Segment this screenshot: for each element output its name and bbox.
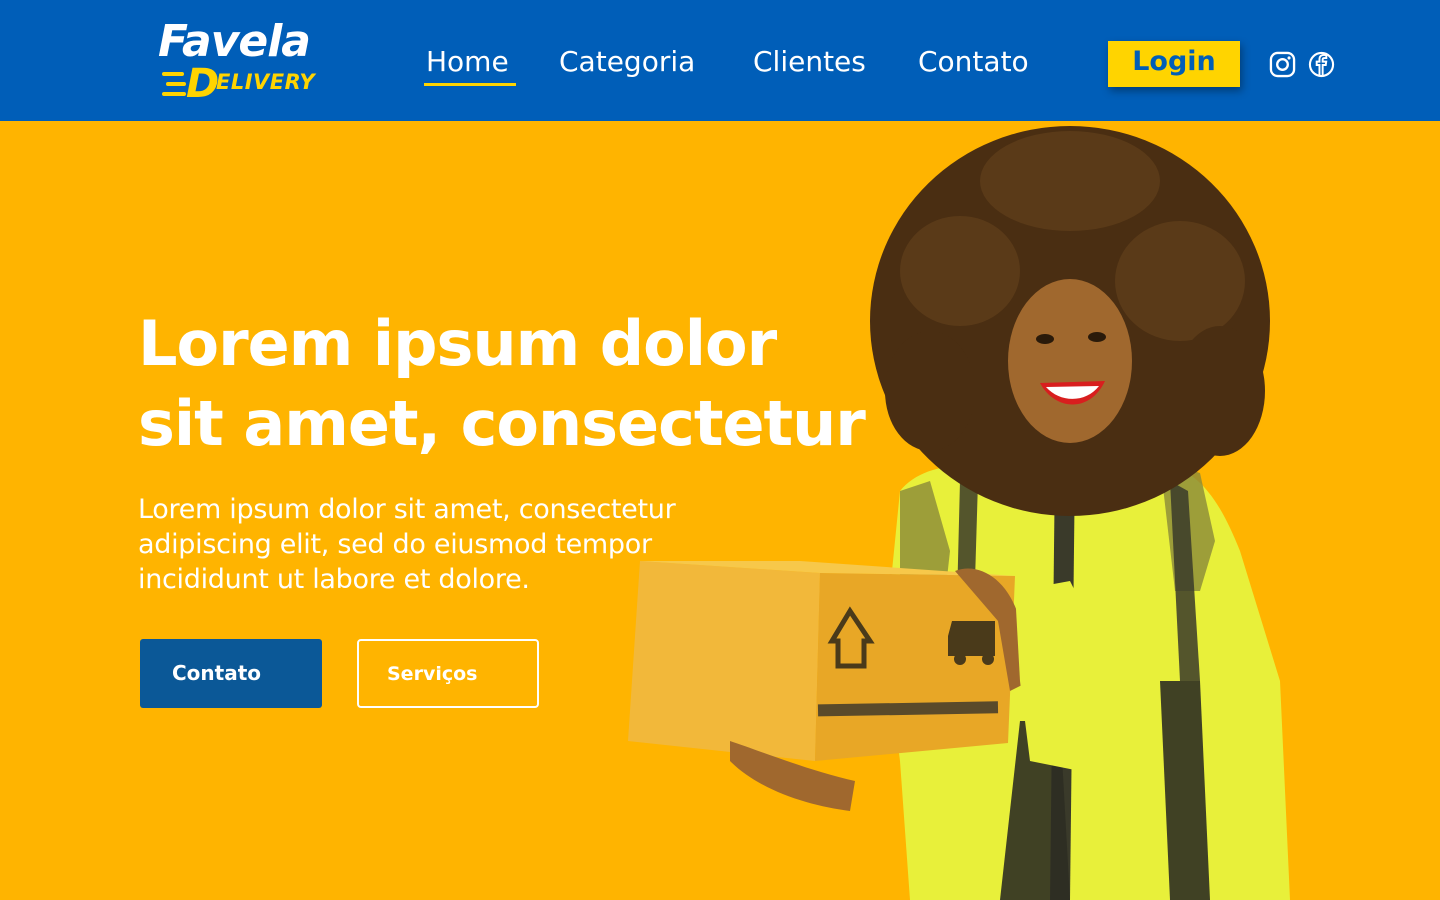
speed-line [162, 92, 186, 96]
hero-delivery-person-image [628, 126, 1290, 900]
hero-description-line: Lorem ipsum dolor sit amet, consectetur [138, 494, 676, 525]
speed-line [162, 72, 184, 76]
nav-item-clientes[interactable]: Clientes [753, 42, 866, 82]
nav-item-contato[interactable]: Contato [918, 42, 1029, 82]
logo-letter-d: D [186, 61, 220, 107]
servicos-button[interactable]: Serviços [357, 639, 539, 708]
hero-title-line: Lorem ipsum dolor [138, 307, 777, 380]
contato-button[interactable]: Contato [140, 639, 322, 708]
nav-item-home[interactable]: Home [426, 42, 509, 82]
brand-logo[interactable]: Favela D ELIVERY [158, 14, 330, 110]
nav-item-categoria[interactable]: Categoria [559, 42, 695, 82]
top-navbar: Favela D ELIVERY Home Categoria Clientes… [0, 0, 1440, 121]
login-button[interactable]: Login [1108, 41, 1240, 87]
hero-description-line: adipiscing elit, sed do eiusmod tempor [138, 529, 652, 560]
hero-description: Lorem ipsum dolor sit amet, consectetur … [138, 492, 676, 597]
facebook-icon[interactable] [1308, 51, 1335, 78]
hero-description-line: incididunt ut labore et dolore. [138, 564, 530, 595]
speed-line [166, 82, 186, 86]
nav-active-indicator [424, 83, 516, 86]
hero-title-line: sit amet, consectetur [138, 387, 866, 460]
hero-title: Lorem ipsum dolor sit amet, consectetur [138, 304, 866, 464]
logo-wordmark-favela: Favela [158, 16, 311, 67]
logo-word-elivery: ELIVERY [216, 70, 316, 94]
instagram-icon[interactable] [1269, 51, 1296, 78]
